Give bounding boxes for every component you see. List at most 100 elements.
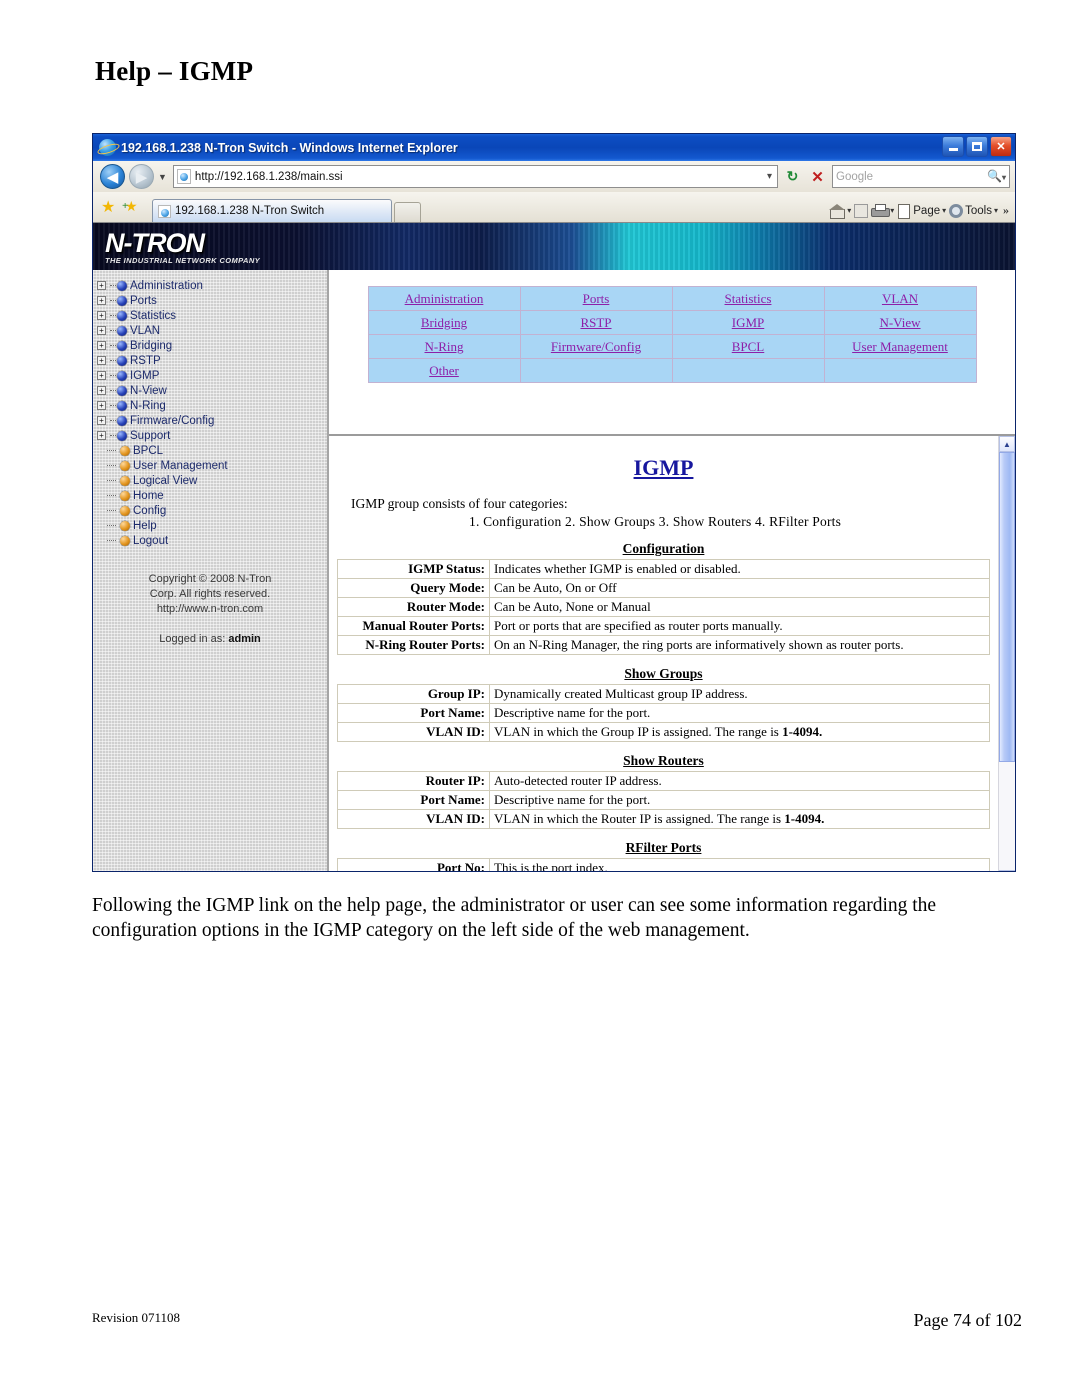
- table-row: Router IP: Auto-detected router IP addre…: [337, 771, 990, 791]
- nav-link-ports[interactable]: Ports: [583, 291, 610, 306]
- nav-link-vlan[interactable]: VLAN: [882, 291, 918, 306]
- nav-link-user-management[interactable]: User Management: [852, 339, 948, 354]
- sidebar-item-firmware-config[interactable]: + Firmware/Config: [97, 413, 327, 428]
- tools-menu-button[interactable]: Tools ▾: [949, 203, 998, 218]
- print-caret-icon[interactable]: ▾: [890, 206, 894, 215]
- sidebar-item-label: BPCL: [133, 444, 164, 457]
- sidebar-item-statistics[interactable]: + Statistics: [97, 308, 327, 323]
- stop-icon[interactable]: ✕: [807, 166, 828, 187]
- scrollbar-thumb[interactable]: [999, 452, 1015, 762]
- expand-icon[interactable]: +: [97, 356, 106, 365]
- nav-link-statistics[interactable]: Statistics: [725, 291, 772, 306]
- nav-cell[interactable]: Ports: [519, 286, 673, 311]
- favorites-center-icon[interactable]: ★: [101, 198, 120, 217]
- nav-cell[interactable]: Other: [367, 358, 521, 383]
- page-caret-icon[interactable]: ▾: [942, 206, 946, 215]
- nav-link-administration[interactable]: Administration: [405, 291, 484, 306]
- history-dropdown-icon[interactable]: ▼: [158, 172, 167, 182]
- tools-caret-icon[interactable]: ▾: [994, 206, 998, 215]
- address-dropdown-icon[interactable]: ▾: [767, 171, 775, 182]
- sidebar-item-rstp[interactable]: + RSTP: [97, 353, 327, 368]
- page-menu-button[interactable]: Page ▾: [897, 203, 946, 219]
- back-button[interactable]: ◀: [100, 164, 125, 189]
- table-row: Bridging RSTP IGMP N-View: [367, 310, 977, 335]
- sidebar-item-config[interactable]: Config: [97, 503, 327, 518]
- nav-cell[interactable]: N-Ring: [367, 334, 521, 359]
- sidebar-item-help[interactable]: Help: [97, 518, 327, 533]
- expand-icon[interactable]: +: [97, 386, 106, 395]
- print-button[interactable]: ▾: [871, 204, 894, 217]
- forward-button[interactable]: ▶: [129, 164, 154, 189]
- nav-cell[interactable]: BPCL: [671, 334, 825, 359]
- row-key: Router IP:: [337, 771, 490, 791]
- nav-cell[interactable]: Firmware/Config: [519, 334, 673, 359]
- sidebar-item-label: Administration: [130, 279, 203, 292]
- copyright-url[interactable]: http://www.n-tron.com: [105, 602, 315, 617]
- sidebar-item-support[interactable]: + Support: [97, 428, 327, 443]
- nav-cell[interactable]: N-View: [823, 310, 977, 335]
- nav-link-igmp[interactable]: IGMP: [732, 315, 765, 330]
- nav-cell[interactable]: User Management: [823, 334, 977, 359]
- nav-cell[interactable]: Bridging: [367, 310, 521, 335]
- expand-icon[interactable]: +: [97, 416, 106, 425]
- expand-icon[interactable]: +: [97, 296, 106, 305]
- minimize-button[interactable]: [942, 136, 964, 157]
- expand-icon[interactable]: +: [97, 341, 106, 350]
- tree-connector-icon: [107, 446, 116, 455]
- browser-tab[interactable]: 192.168.1.238 N-Tron Switch: [152, 199, 392, 222]
- sidebar-item-logout[interactable]: Logout: [97, 533, 327, 548]
- home-caret-icon[interactable]: ▾: [847, 206, 851, 215]
- nav-link-bpcl[interactable]: BPCL: [732, 339, 765, 354]
- nav-link-n-view[interactable]: N-View: [879, 315, 920, 330]
- scroll-up-button[interactable]: ▲: [999, 436, 1015, 452]
- nav-link-bridging[interactable]: Bridging: [421, 315, 467, 330]
- sidebar-item-n-ring[interactable]: + N-Ring: [97, 398, 327, 413]
- nav-cell[interactable]: VLAN: [823, 286, 977, 311]
- search-input[interactable]: Google 🔍▾: [832, 165, 1010, 188]
- maximize-button[interactable]: [966, 136, 988, 157]
- nav-cell[interactable]: RSTP: [519, 310, 673, 335]
- sidebar-item-ports[interactable]: + Ports: [97, 293, 327, 308]
- sidebar-item-administration[interactable]: + Administration: [97, 278, 327, 293]
- sidebar-item-n-view[interactable]: + N-View: [97, 383, 327, 398]
- close-button[interactable]: ✕: [990, 136, 1012, 157]
- nav-cell[interactable]: IGMP: [671, 310, 825, 335]
- add-to-favorites-icon[interactable]: ★: [125, 198, 144, 217]
- feeds-button[interactable]: [854, 203, 869, 218]
- tree-connector-icon: [110, 435, 116, 436]
- sidebar-item-vlan[interactable]: + VLAN: [97, 323, 327, 338]
- table-row: Other: [367, 358, 977, 383]
- nav-link-rstp[interactable]: RSTP: [580, 315, 611, 330]
- node-bullet-icon: [120, 475, 130, 486]
- sidebar-item-logical-view[interactable]: Logical View: [97, 473, 327, 488]
- sidebar-item-bridging[interactable]: + Bridging: [97, 338, 327, 353]
- expand-icon[interactable]: +: [97, 281, 106, 290]
- toolbar-overflow-icon[interactable]: »: [1003, 203, 1009, 218]
- expand-icon[interactable]: +: [97, 311, 106, 320]
- nav-link-other[interactable]: Other: [429, 363, 459, 378]
- nav-cell[interactable]: Administration: [367, 286, 521, 311]
- address-input[interactable]: http://192.168.1.238/main.ssi ▾: [172, 165, 778, 188]
- home-button[interactable]: ▾: [829, 203, 851, 219]
- sidebar-item-user-management[interactable]: User Management: [97, 458, 327, 473]
- content-vertical-scrollbar[interactable]: ▲ ▼: [998, 436, 1015, 871]
- expand-icon[interactable]: +: [97, 371, 106, 380]
- expand-icon[interactable]: +: [97, 431, 106, 440]
- sidebar-item-home[interactable]: Home: [97, 488, 327, 503]
- expand-icon[interactable]: +: [97, 326, 106, 335]
- sidebar-item-label: Bridging: [130, 339, 173, 352]
- search-dropdown-icon[interactable]: ▾: [1002, 173, 1006, 182]
- nav-cell[interactable]: Statistics: [671, 286, 825, 311]
- scroll-down-button[interactable]: ▼: [999, 870, 1015, 871]
- row-key: VLAN ID:: [337, 722, 490, 742]
- refresh-icon[interactable]: ↻: [782, 166, 803, 187]
- scrollbar-track[interactable]: [999, 762, 1015, 870]
- search-icon[interactable]: 🔍▾: [987, 169, 1006, 184]
- nav-link-firmware-config[interactable]: Firmware/Config: [551, 339, 641, 354]
- sidebar-item-igmp[interactable]: + IGMP: [97, 368, 327, 383]
- new-tab-button[interactable]: [394, 202, 421, 222]
- sidebar-item-bpcl[interactable]: BPCL: [97, 443, 327, 458]
- sidebar-item-label: Help: [133, 519, 157, 532]
- expand-icon[interactable]: +: [97, 401, 106, 410]
- nav-link-n-ring[interactable]: N-Ring: [425, 339, 464, 354]
